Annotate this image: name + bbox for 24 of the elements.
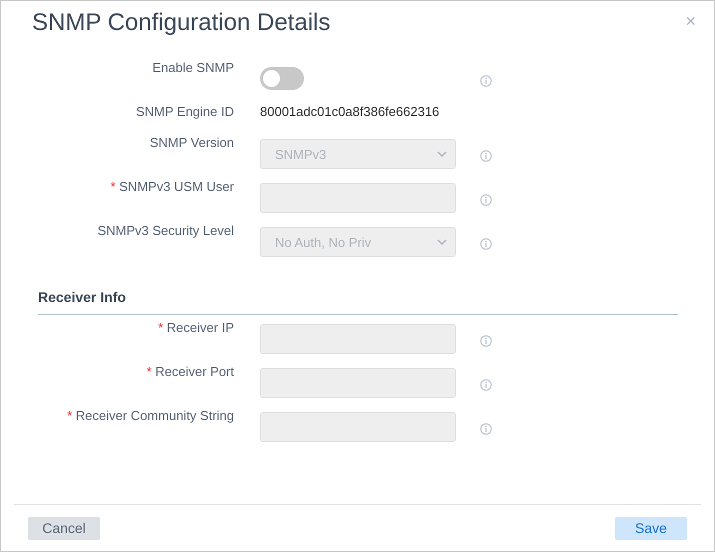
info-icon[interactable]: [480, 150, 492, 162]
toggle-switch[interactable]: [260, 67, 304, 90]
info-icon[interactable]: [480, 379, 492, 391]
cancel-button[interactable]: Cancel: [28, 516, 100, 540]
field-label: SNMP Version: [150, 134, 234, 152]
field-label: SNMP Engine ID: [136, 103, 234, 121]
field-label: Enable SNMP: [152, 59, 234, 77]
chevron-icon: [437, 151, 447, 157]
save-button[interactable]: Save: [615, 516, 687, 540]
section-title: Receiver Info: [38, 289, 127, 306]
info-icon[interactable]: [480, 423, 492, 435]
dialog-title: SNMP Configuration Details: [32, 9, 330, 37]
info-icon[interactable]: [480, 75, 492, 87]
chevron-icon: [437, 239, 447, 245]
close-button[interactable]: ×: [685, 11, 696, 31]
field-label: * SNMPv3 USM User: [110, 178, 234, 196]
field-label: * Receiver Community String: [67, 407, 234, 425]
field-label: * Receiver IP: [158, 319, 234, 337]
field-label: SNMPv3 Security Level: [97, 222, 234, 240]
info-icon[interactable]: [480, 335, 492, 347]
info-icon[interactable]: [480, 238, 492, 250]
info-icon[interactable]: [480, 194, 492, 206]
field-label: * Receiver Port: [146, 363, 234, 381]
engine-id-value: 80001adc01c0a8f386fe662316: [260, 104, 440, 119]
